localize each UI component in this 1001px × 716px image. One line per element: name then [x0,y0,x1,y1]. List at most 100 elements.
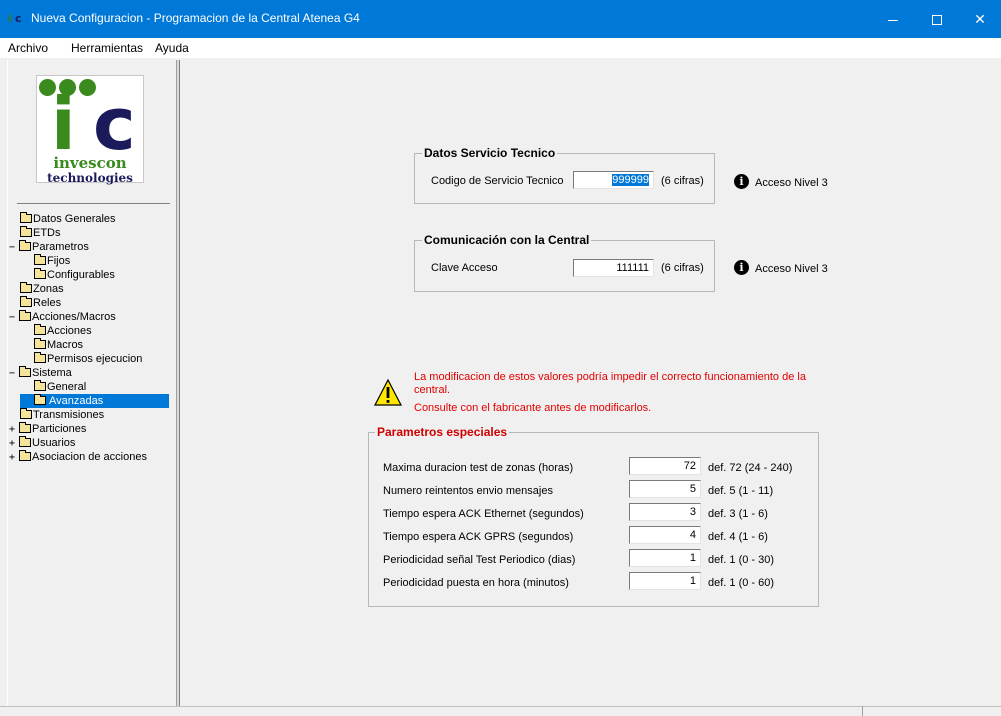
param-input-test-periodico[interactable]: 1 [629,549,701,567]
folder-icon [19,436,31,447]
status-bar-separator [862,706,863,716]
expand-icon[interactable]: + [9,451,19,465]
logo-letter-i: i [51,82,76,166]
codigo-servicio-input[interactable]: 999999 [573,171,654,189]
collapse-icon[interactable]: − [9,241,19,255]
title-bar[interactable]: i c Nueva Configuracion - Programacion d… [0,0,1001,38]
param-default-ack-ethernet: def. 3 (1 - 6) [708,508,768,520]
folder-icon [19,240,31,251]
param-default-ack-gprs: def. 4 (1 - 6) [708,531,768,543]
param-default-reintentos: def. 5 (1 - 11) [708,485,774,497]
tree-item-zonas[interactable]: Zonas [20,282,64,296]
menu-ayuda[interactable]: Ayuda [155,41,189,55]
param-input-duracion-test[interactable]: 72 [629,457,701,475]
folder-icon [34,352,46,363]
param-input-puesta-en-hora[interactable]: 1 [629,572,701,590]
folder-icon [19,422,31,433]
warning-icon [374,378,402,406]
tree-item-asociacion-de-acciones[interactable]: + Asociacion de acciones [9,450,147,464]
parametros-especiales-legend: Parametros especiales [375,425,510,439]
tree-item-usuarios[interactable]: + Usuarios [9,436,75,450]
tree-item-particiones[interactable]: + Particiones [9,422,86,436]
folder-icon [20,282,32,293]
tree-item-parametros[interactable]: − Parametros [9,240,89,254]
minimize-button[interactable] [871,0,915,38]
warning-line-1: La modificacion de estos valores podría … [414,371,806,383]
logo-letter-c: c [93,82,136,166]
folder-icon [34,380,46,391]
collapse-icon[interactable]: − [9,311,19,325]
param-label-puesta-en-hora: Periodicidad puesta en hora (minutos) [383,577,569,589]
warning-line-3: Consulte con el fabricante antes de modi… [414,402,652,414]
info-icon: i [734,260,749,275]
tree-item-macros[interactable]: Macros [34,338,83,352]
app-logo-icon: i c [8,13,26,25]
tree-item-reles[interactable]: Reles [20,296,61,310]
folder-icon [19,366,31,377]
status-bar [0,706,1001,716]
folder-icon [34,254,46,265]
param-input-ack-gprs[interactable]: 4 [629,526,701,544]
folder-icon [34,268,46,279]
tree-item-sistema[interactable]: − Sistema [9,366,72,380]
menu-herramientas[interactable]: Herramientas [71,41,143,55]
window-title: Nueva Configuracion - Programacion de la… [31,11,360,25]
logo-text-invescon: invescon [53,154,127,172]
logo-text-technologies: technologies [47,171,133,185]
info-icon: i [734,174,749,189]
param-default-puesta-en-hora: def. 1 (0 - 60) [708,577,775,589]
param-label-ack-gprs: Tiempo espera ACK GPRS (segundos) [383,531,574,543]
param-label-reintentos: Numero reintentos envio mensajes [383,485,553,497]
tree-item-configurables[interactable]: Configurables [34,268,115,282]
folder-icon [20,226,32,237]
clave-acceso-hint: (6 cifras) [661,262,704,274]
param-default-duracion-test: def. 72 (24 - 240) [708,462,793,474]
tree-item-general[interactable]: General [34,380,86,394]
app-icon-letter-i: i [8,12,12,25]
close-icon: ✕ [974,11,986,27]
logo-divider [17,203,170,204]
tree-item-datos-generales[interactable]: Datos Generales [20,212,116,226]
folder-icon [20,212,32,223]
param-input-reintentos[interactable]: 5 [629,480,701,498]
expand-icon[interactable]: + [9,423,19,437]
company-logo: i c invescon technologies [36,75,144,185]
tree-item-acciones-macros[interactable]: − Acciones/Macros [9,310,116,324]
clave-acceso-label: Clave Acceso [431,262,498,274]
param-label-ack-ethernet: Tiempo espera ACK Ethernet (segundos) [383,508,584,520]
tree-item-avanzadas[interactable]: Avanzadas [20,394,169,408]
folder-icon [19,450,31,461]
param-label-test-periodico: Periodicidad señal Test Periodico (dias) [383,554,576,566]
comunicacion-legend: Comunicación con la Central [422,233,592,247]
servicio-tecnico-legend: Datos Servicio Tecnico [422,146,558,160]
tree-item-transmisiones[interactable]: Transmisiones [20,408,104,422]
app-icon-letter-c: c [15,12,22,25]
folder-icon [34,324,46,335]
codigo-servicio-label: Codigo de Servicio Tecnico [431,175,564,187]
maximize-icon [932,15,942,26]
param-input-ack-ethernet[interactable]: 3 [629,503,701,521]
folder-icon [20,296,32,307]
codigo-servicio-value: 999999 [612,174,649,186]
tree-item-etds[interactable]: ETDs [20,226,61,240]
maximize-button[interactable] [915,0,959,38]
tree-item-permisos-ejecucion[interactable]: Permisos ejecucion [34,352,142,366]
collapse-icon[interactable]: − [9,367,19,381]
expand-icon[interactable]: + [9,437,19,451]
close-button[interactable]: ✕ [958,0,1001,38]
warning-line-2: central. [414,384,451,396]
folder-icon [20,408,32,419]
servicio-access-level: Acceso Nivel 3 [755,177,828,189]
tree-item-fijos[interactable]: Fijos [34,254,70,268]
tree-item-acciones[interactable]: Acciones [34,324,92,338]
folder-icon [34,338,46,349]
comunicacion-access-level: Acceso Nivel 3 [755,263,828,275]
menu-bar: Archivo Herramientas Ayuda [0,38,1001,58]
folder-icon [19,310,31,321]
param-default-test-periodico: def. 1 (0 - 30) [708,554,775,566]
panel-splitter[interactable] [177,60,180,706]
codigo-servicio-hint: (6 cifras) [661,175,704,187]
folder-icon [34,394,46,405]
clave-acceso-input[interactable]: 111111 [573,259,654,277]
menu-archivo[interactable]: Archivo [8,41,48,55]
